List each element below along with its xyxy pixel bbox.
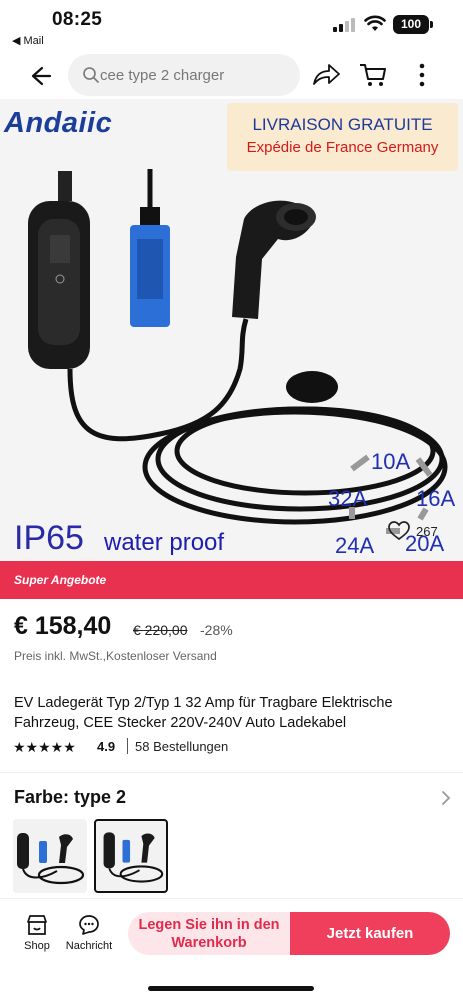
amp-label: 32A	[328, 486, 368, 511]
divider	[127, 738, 128, 754]
shop-tab[interactable]: Shop	[18, 913, 56, 952]
brand-logo: Andaiic	[4, 107, 113, 139]
top-nav: cee type 2 charger	[0, 52, 463, 98]
cellular-signal-icon	[333, 18, 355, 32]
share-icon[interactable]	[310, 60, 342, 90]
banner-label: Super Angebote	[14, 573, 107, 587]
amp-label: 16A	[416, 486, 456, 511]
charger-thumbnail-image	[17, 833, 85, 885]
ip-rating: IP65	[14, 519, 84, 557]
promo-line-1: LIVRAISON GRATUITE	[252, 115, 433, 134]
waterproof-label: water proof	[104, 529, 225, 556]
buy-now-button[interactable]: Jetzt kaufen	[290, 912, 450, 955]
current-price: € 158,40	[14, 612, 112, 640]
charger-illustration	[28, 169, 448, 534]
star-rating-icon: ★★★★★	[13, 739, 76, 755]
search-input[interactable]: cee type 2 charger	[68, 54, 300, 96]
message-label: Nachricht	[65, 940, 113, 952]
product-image-gallery[interactable]: Andaiic LIVRAISON GRATUITE Expédie de Fr…	[0, 99, 463, 561]
discount-badge: -28%	[200, 622, 233, 638]
price-note: Preis inkl. MwSt.,Kostenloser Versand	[14, 649, 217, 663]
search-placeholder: cee type 2 charger	[100, 67, 225, 84]
store-icon	[27, 915, 47, 935]
color-option-thumbnail-selected[interactable]	[94, 819, 168, 893]
chevron-right-icon[interactable]	[440, 789, 452, 807]
likes-count: 267	[416, 524, 438, 539]
order-count: 58 Bestellungen	[135, 739, 229, 754]
add-to-cart-button[interactable]: Legen Sie ihn in den Warenkorb	[128, 912, 290, 955]
chat-icon	[79, 915, 99, 935]
charger-thumbnail-image	[103, 832, 164, 883]
battery-indicator: 100	[393, 15, 433, 34]
message-tab[interactable]: Nachricht	[60, 913, 118, 952]
wifi-icon	[364, 15, 386, 31]
status-bar: 08:25 ◀ Mail 100	[0, 0, 463, 50]
heart-icon	[388, 521, 410, 541]
shop-label: Shop	[24, 940, 50, 952]
search-icon	[83, 67, 99, 83]
product-title: EV Ladegerät Typ 2/Typ 1 32 Amp für Trag…	[14, 695, 393, 731]
back-arrow-icon[interactable]	[26, 62, 54, 90]
bottom-action-bar: Shop Nachricht Legen Sie ihn in den Ware…	[0, 898, 463, 1000]
color-selection-label[interactable]: Farbe: type 2	[14, 787, 126, 808]
clock: 08:25	[52, 9, 103, 30]
rating-value[interactable]: 4.9	[97, 739, 115, 754]
original-price: € 220,00	[133, 622, 188, 638]
section-divider	[0, 772, 463, 773]
color-option-thumbnail[interactable]	[13, 819, 87, 893]
back-to-app-link[interactable]: ◀ Mail	[12, 34, 44, 47]
cart-icon[interactable]	[358, 60, 388, 90]
amp-label: 24A	[335, 533, 375, 558]
home-indicator	[148, 986, 314, 991]
super-deals-banner[interactable]: Super Angebote	[0, 561, 463, 599]
more-options-icon[interactable]	[410, 61, 434, 89]
amp-label: 10A	[371, 449, 411, 474]
